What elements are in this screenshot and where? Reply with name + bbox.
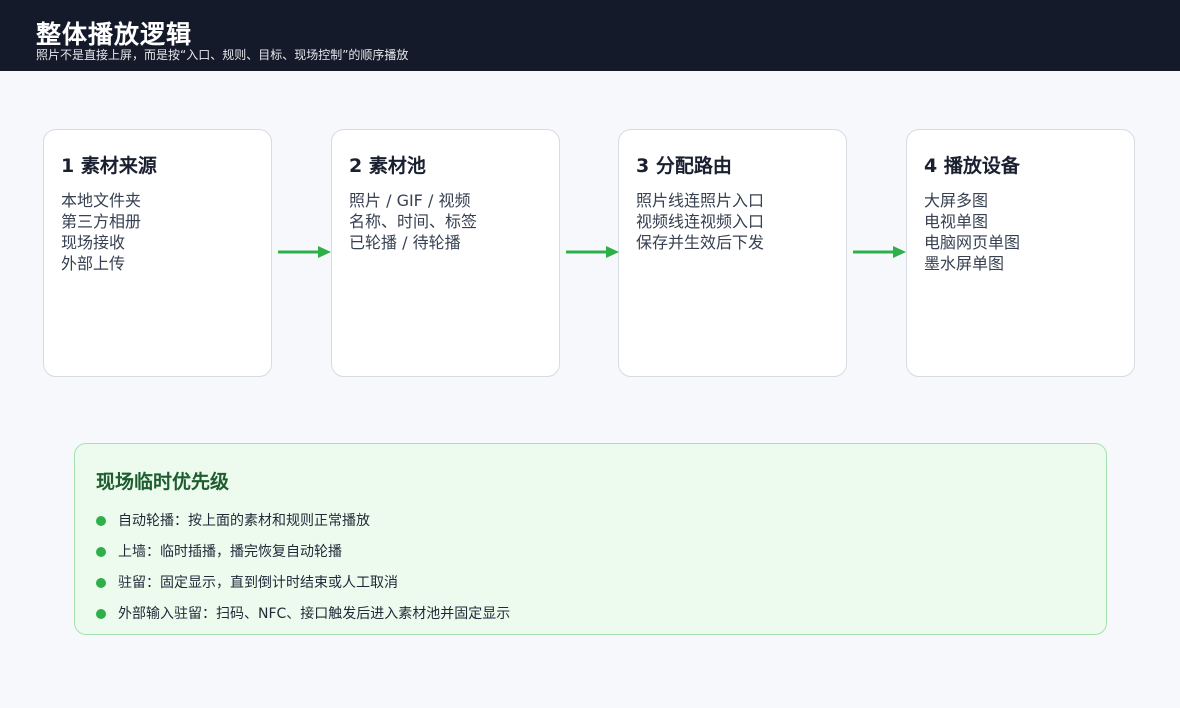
card-title: 3 分配路由 <box>636 155 732 177</box>
card-line: 照片线连照片入口 <box>636 191 765 210</box>
flow-card-pool: 2 素材池 照片 / GIF / 视频 名称、时间、标签 已轮播 / 待轮播 <box>331 129 560 377</box>
bullet-dot-icon <box>96 516 106 526</box>
list-item: 上墙：临时插播，播完恢复自动轮播 <box>96 541 510 572</box>
priority-item-text: 外部输入驻留：扫码、NFC、接口触发后进入素材池并固定显示 <box>118 606 511 622</box>
card-line: 现场接收 <box>61 233 126 252</box>
card-line: 墨水屏单图 <box>924 254 1005 273</box>
card-lines: 大屏多图 电视单图 电脑网页单图 墨水屏单图 <box>924 190 1020 274</box>
card-line: 大屏多图 <box>924 191 989 210</box>
list-item: 驻留：固定显示，直到倒计时结束或人工取消 <box>96 572 510 603</box>
card-line: 本地文件夹 <box>61 191 142 210</box>
card-title: 1 素材来源 <box>61 155 157 177</box>
flow-card-routing: 3 分配路由 照片线连照片入口 视频线连视频入口 保存并生效后下发 <box>618 129 847 377</box>
card-line: 电视单图 <box>924 212 989 231</box>
priority-item-text: 上墙：临时插播，播完恢复自动轮播 <box>118 544 342 560</box>
priority-panel: 现场临时优先级 自动轮播：按上面的素材和规则正常播放 上墙：临时插播，播完恢复自… <box>74 443 1107 635</box>
bullet-dot-icon <box>96 578 106 588</box>
card-lines: 照片 / GIF / 视频 名称、时间、标签 已轮播 / 待轮播 <box>349 190 477 253</box>
priority-item-text: 自动轮播：按上面的素材和规则正常播放 <box>118 513 370 529</box>
page-subtitle: 照片不是直接上屏，而是按“入口、规则、目标、现场控制”的顺序播放 <box>36 48 409 62</box>
priority-title: 现场临时优先级 <box>96 471 230 493</box>
header-bar: 整体播放逻辑 照片不是直接上屏，而是按“入口、规则、目标、现场控制”的顺序播放 <box>0 0 1180 71</box>
bullet-dot-icon <box>96 547 106 557</box>
list-item: 自动轮播：按上面的素材和规则正常播放 <box>96 510 510 541</box>
arrow-right-icon <box>566 246 619 258</box>
arrow-right-icon <box>853 246 906 258</box>
card-line: 已轮播 / 待轮播 <box>349 233 461 252</box>
flow-card-source: 1 素材来源 本地文件夹 第三方相册 现场接收 外部上传 <box>43 129 272 377</box>
card-title: 2 素材池 <box>349 155 426 177</box>
bullet-dot-icon <box>96 609 106 619</box>
card-line: 保存并生效后下发 <box>636 233 765 252</box>
list-item: 外部输入驻留：扫码、NFC、接口触发后进入素材池并固定显示 <box>96 603 510 634</box>
flow-card-devices: 4 播放设备 大屏多图 电视单图 电脑网页单图 墨水屏单图 <box>906 129 1135 377</box>
card-title: 4 播放设备 <box>924 155 1020 177</box>
page-title: 整体播放逻辑 <box>36 20 193 49</box>
card-line: 第三方相册 <box>61 212 142 231</box>
card-line: 名称、时间、标签 <box>349 212 478 231</box>
priority-list: 自动轮播：按上面的素材和规则正常播放 上墙：临时插播，播完恢复自动轮播 驻留：固… <box>96 510 510 634</box>
card-line: 视频线连视频入口 <box>636 212 765 231</box>
card-line: 电脑网页单图 <box>924 233 1021 252</box>
card-line: 外部上传 <box>61 254 126 273</box>
card-line: 照片 / GIF / 视频 <box>349 191 471 210</box>
card-lines: 照片线连照片入口 视频线连视频入口 保存并生效后下发 <box>636 190 764 253</box>
priority-item-text: 驻留：固定显示，直到倒计时结束或人工取消 <box>118 575 398 591</box>
arrow-right-icon <box>278 246 331 258</box>
card-lines: 本地文件夹 第三方相册 现场接收 外部上传 <box>61 190 141 274</box>
